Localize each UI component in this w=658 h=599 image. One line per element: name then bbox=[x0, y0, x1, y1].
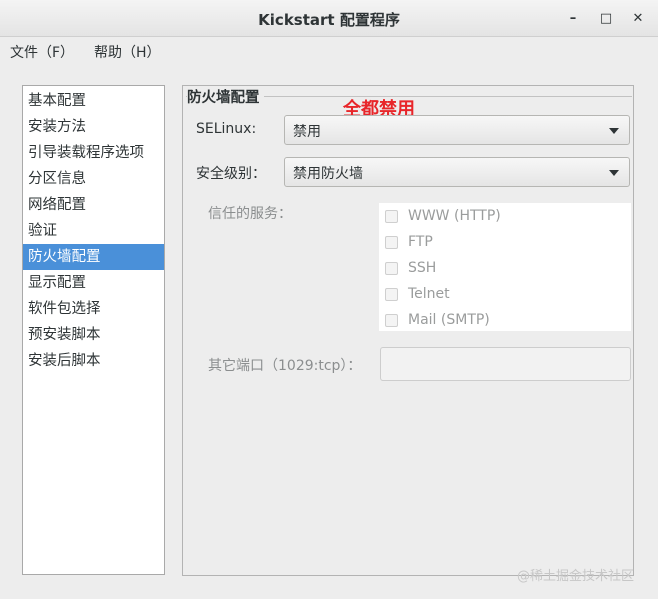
service-telnet[interactable]: Telnet bbox=[385, 284, 450, 304]
checkbox-icon[interactable] bbox=[385, 209, 398, 223]
title-bar: Kickstart 配置程序 – □ ✕ bbox=[0, 0, 658, 37]
service-label: Mail (SMTP) bbox=[408, 312, 490, 328]
sidebar-item-install-method[interactable]: 安装方法 bbox=[23, 114, 164, 140]
service-smtp[interactable]: Mail (SMTP) bbox=[385, 310, 490, 330]
sidebar-item-post-script[interactable]: 安装后脚本 bbox=[23, 348, 164, 374]
trusted-services-label: 信任的服务： bbox=[208, 206, 292, 222]
watermark: @稀土掘金技术社区 bbox=[517, 569, 635, 584]
sidebar-item-partition[interactable]: 分区信息 bbox=[23, 166, 164, 192]
sidebar-item-basic[interactable]: 基本配置 bbox=[23, 88, 164, 114]
menu-bar: 文件（F） 帮助（H） bbox=[0, 37, 658, 64]
sidebar-item-bootloader[interactable]: 引导装载程序选项 bbox=[23, 140, 164, 166]
other-ports-input[interactable] bbox=[380, 347, 631, 381]
security-level-label: 安全级别： bbox=[196, 166, 266, 182]
close-icon[interactable]: ✕ bbox=[627, 8, 649, 28]
service-ssh[interactable]: SSH bbox=[385, 258, 436, 278]
sidebar-item-auth[interactable]: 验证 bbox=[23, 218, 164, 244]
minimize-icon[interactable]: – bbox=[562, 8, 584, 28]
trusted-services-list: WWW (HTTP) FTP SSH Telnet Mail (SMTP) bbox=[379, 203, 631, 331]
security-level-value: 禁用防火墙 bbox=[293, 166, 363, 182]
checkbox-icon[interactable] bbox=[385, 235, 398, 249]
selinux-label: SELinux: bbox=[196, 121, 257, 137]
security-level-select[interactable]: 禁用防火墙 bbox=[284, 157, 630, 187]
service-label: SSH bbox=[408, 260, 437, 276]
service-label: FTP bbox=[408, 234, 433, 250]
maximize-icon[interactable]: □ bbox=[595, 8, 617, 28]
sidebar-item-firewall[interactable]: 防火墙配置 bbox=[23, 244, 164, 270]
selinux-value: 禁用 bbox=[293, 124, 321, 140]
checkbox-icon[interactable] bbox=[385, 313, 398, 327]
chevron-down-icon bbox=[609, 170, 619, 176]
selinux-select[interactable]: 禁用 bbox=[284, 115, 630, 145]
sidebar-item-network[interactable]: 网络配置 bbox=[23, 192, 164, 218]
service-www[interactable]: WWW (HTTP) bbox=[385, 206, 501, 226]
section-title: 防火墙配置 bbox=[187, 86, 264, 107]
menu-help[interactable]: 帮助（H） bbox=[94, 42, 161, 62]
sidebar-item-display[interactable]: 显示配置 bbox=[23, 270, 164, 296]
sidebar-item-pre-script[interactable]: 预安装脚本 bbox=[23, 322, 164, 348]
menu-file[interactable]: 文件（F） bbox=[10, 42, 74, 62]
window-title: Kickstart 配置程序 bbox=[258, 11, 400, 29]
chevron-down-icon bbox=[609, 128, 619, 134]
checkbox-icon[interactable] bbox=[385, 287, 398, 301]
other-ports-label: 其它端口（1029:tcp）： bbox=[208, 358, 362, 374]
service-ftp[interactable]: FTP bbox=[385, 232, 433, 252]
sidebar-item-packages[interactable]: 软件包选择 bbox=[23, 296, 164, 322]
checkbox-icon[interactable] bbox=[385, 261, 398, 275]
service-label: Telnet bbox=[408, 286, 450, 302]
service-label: WWW (HTTP) bbox=[408, 208, 501, 224]
sidebar-list: 基本配置 安装方法 引导装载程序选项 分区信息 网络配置 验证 防火墙配置 显示… bbox=[22, 85, 165, 575]
